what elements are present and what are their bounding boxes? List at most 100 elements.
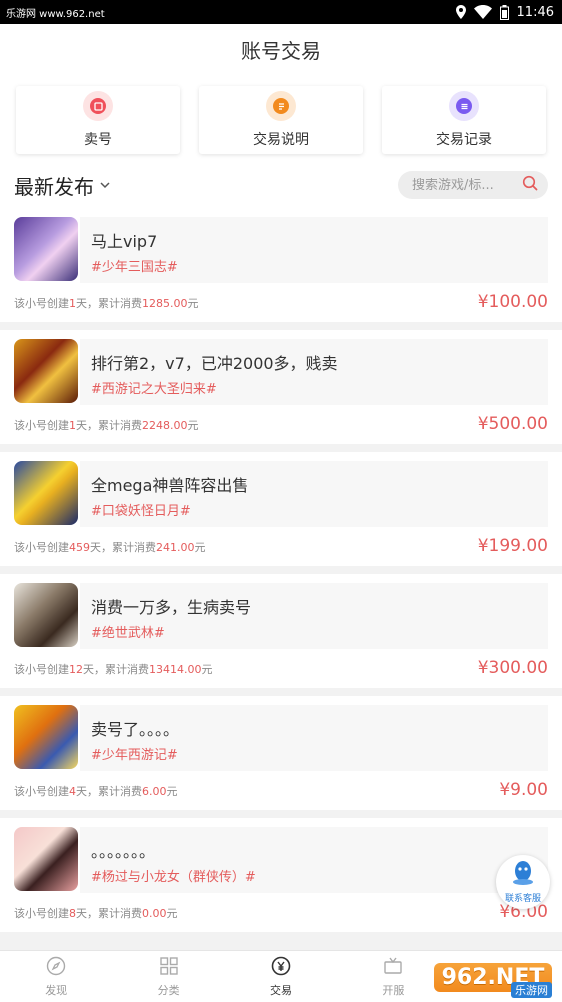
qq-icon xyxy=(511,860,535,890)
listing-meta: 该小号创建1天，累计消费2248.00元 xyxy=(14,417,199,433)
meta-prefix: 该小号创建 xyxy=(14,663,69,676)
listing-item[interactable]: 全mega神兽阵容出售 #口袋妖怪日月# 该小号创建459天，累计消费241.0… xyxy=(0,452,562,566)
meta-prefix: 该小号创建 xyxy=(14,907,69,920)
listing-list: 马上vip7 #少年三国志# 该小号创建1天，累计消费1285.00元 ¥100… xyxy=(0,208,562,940)
grid-icon xyxy=(159,956,179,979)
listing-item[interactable]: 马上vip7 #少年三国志# 该小号创建1天，累计消费1285.00元 ¥100… xyxy=(0,208,562,322)
quick-action-label: 交易说明 xyxy=(253,132,309,148)
chevron-down-icon[interactable] xyxy=(100,178,110,192)
game-tag[interactable]: #口袋妖怪日月# xyxy=(91,500,191,519)
section-header: 最新发布 xyxy=(0,160,562,210)
quick-action-label: 卖号 xyxy=(84,132,112,148)
listing-title: 。。。。。。。 xyxy=(91,842,156,861)
days-count: 12 xyxy=(69,663,83,676)
server-icon xyxy=(383,956,403,979)
spend-amount: 241.00 xyxy=(156,541,195,554)
tab-label: 分类 xyxy=(157,983,180,997)
meta-middle: 天，累计消费 xyxy=(76,785,142,798)
wifi-icon xyxy=(473,5,492,19)
quick-action-instructions[interactable]: 交易说明 xyxy=(199,86,363,154)
game-thumbnail xyxy=(14,461,78,525)
listing-meta: 该小号创建459天，累计消费241.00元 xyxy=(14,539,206,555)
meta-middle: 天，累计消费 xyxy=(83,663,149,676)
spend-amount: 0.00 xyxy=(142,907,167,920)
meta-prefix: 该小号创建 xyxy=(14,785,69,798)
battery-icon xyxy=(499,4,509,20)
game-thumbnail xyxy=(14,583,78,647)
listing-price: ¥500.00 xyxy=(477,414,548,434)
statusbar-watermark: 乐游网 www.962.net xyxy=(6,5,105,20)
listing-item[interactable]: 排行第2，v7，已冲2000多，贱卖 #西游记之大圣归来# 该小号创建1天，累计… xyxy=(0,330,562,444)
days-count: 1 xyxy=(69,419,76,432)
listing-title: 消费一万多，生病卖号 xyxy=(91,598,252,617)
meta-suffix: 元 xyxy=(187,297,199,310)
location-icon xyxy=(455,5,466,19)
listing-item[interactable]: 消费一万多，生病卖号 #绝世武林# 该小号创建12天，累计消费13414.00元… xyxy=(0,574,562,688)
meta-suffix: 元 xyxy=(201,663,213,676)
trade-icon xyxy=(271,956,291,979)
search-icon[interactable] xyxy=(522,175,538,195)
days-count: 4 xyxy=(69,785,76,798)
listing-meta: 该小号创建1天，累计消费1285.00元 xyxy=(14,295,199,311)
meta-suffix: 元 xyxy=(194,541,206,554)
listing-meta: 该小号创建12天，累计消费13414.00元 xyxy=(14,661,213,677)
meta-suffix: 元 xyxy=(187,419,199,432)
page-title: 账号交易 xyxy=(241,38,321,63)
game-tag[interactable]: #少年三国志# xyxy=(91,256,178,275)
watermark-text: 乐游网 www.962.net xyxy=(6,8,105,20)
quick-action-label: 交易记录 xyxy=(436,132,492,148)
meta-middle: 天，累计消费 xyxy=(76,907,142,920)
listing-item[interactable]: 卖号了。。。。 #少年西游记# 该小号创建4天，累计消费6.00元 ¥9.00 xyxy=(0,696,562,810)
listing-item[interactable]: 。。。。。。。 #杨过与小龙女（群侠传）# 该小号创建8天，累计消费0.00元 … xyxy=(0,818,562,932)
meta-middle: 天，累计消费 xyxy=(76,297,142,310)
compass-icon xyxy=(46,956,66,979)
spend-amount: 13414.00 xyxy=(149,663,202,676)
meta-suffix: 元 xyxy=(166,907,178,920)
quick-action-sell[interactable]: 卖号 xyxy=(16,86,180,154)
meta-prefix: 该小号创建 xyxy=(14,541,69,554)
listing-price: ¥199.00 xyxy=(477,536,548,556)
spend-amount: 2248.00 xyxy=(142,419,188,432)
listing-title: 全mega神兽阵容出售 xyxy=(91,476,249,495)
tab-label: 开服 xyxy=(382,983,405,997)
quick-action-records[interactable]: 交易记录 xyxy=(382,86,546,154)
doc-icon xyxy=(266,91,296,121)
meta-middle: 天，累计消费 xyxy=(90,541,156,554)
days-count: 8 xyxy=(69,907,76,920)
tab-label: 发现 xyxy=(45,983,68,997)
listing-title: 排行第2，v7，已冲2000多，贱卖 xyxy=(91,354,338,373)
game-thumbnail xyxy=(14,217,78,281)
meta-suffix: 元 xyxy=(166,785,178,798)
game-thumbnail xyxy=(14,827,78,891)
listing-title: 马上vip7 xyxy=(91,232,158,251)
meta-prefix: 该小号创建 xyxy=(14,419,69,432)
game-tag[interactable]: #杨过与小龙女（群侠传）# xyxy=(91,866,256,885)
listing-price: ¥100.00 xyxy=(477,292,548,312)
contact-service-button[interactable]: 联系客服 xyxy=(496,855,550,909)
tab-discover[interactable]: 发现 xyxy=(0,951,112,1002)
contact-service-label: 联系客服 xyxy=(504,894,541,904)
game-thumbnail xyxy=(14,339,78,403)
game-tag[interactable]: #西游记之大圣归来# xyxy=(91,378,217,397)
watermark-logo-sub: 乐游网 xyxy=(511,982,552,998)
days-count: 459 xyxy=(69,541,90,554)
section-title[interactable]: 最新发布 xyxy=(14,171,94,200)
search-input[interactable] xyxy=(412,177,512,193)
record-icon xyxy=(449,91,479,121)
tab-label: 交易 xyxy=(269,983,292,997)
listing-meta: 该小号创建8天，累计消费0.00元 xyxy=(14,905,178,921)
tab-category[interactable]: 分类 xyxy=(112,951,224,1002)
search-box[interactable] xyxy=(398,171,548,199)
tab-trade[interactable]: 交易 xyxy=(225,951,337,1002)
listing-price: ¥300.00 xyxy=(477,658,548,678)
listing-meta: 该小号创建4天，累计消费6.00元 xyxy=(14,783,178,799)
game-tag[interactable]: #绝世武林# xyxy=(91,622,165,641)
listing-title: 卖号了。。。。 xyxy=(91,720,180,739)
meta-middle: 天，累计消费 xyxy=(76,419,142,432)
meta-prefix: 该小号创建 xyxy=(14,297,69,310)
game-tag[interactable]: #少年西游记# xyxy=(91,744,178,763)
spend-amount: 1285.00 xyxy=(142,297,188,310)
status-bar: 乐游网 www.962.net 11:46 xyxy=(0,0,562,24)
days-count: 1 xyxy=(69,297,76,310)
spend-amount: 6.00 xyxy=(142,785,167,798)
